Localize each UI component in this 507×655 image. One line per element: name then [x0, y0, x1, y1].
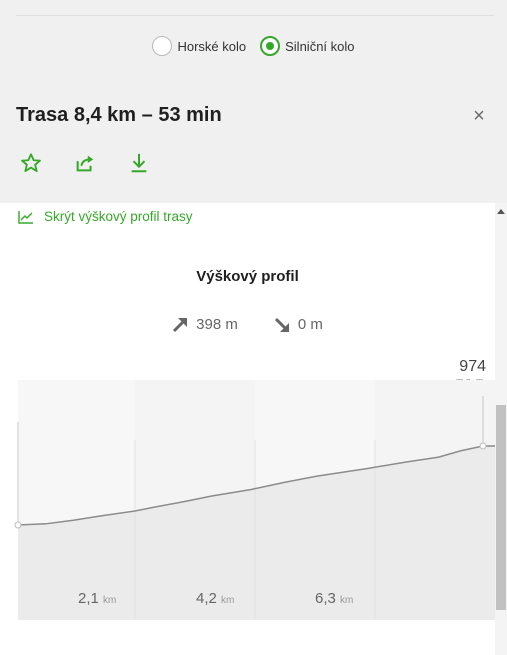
profile-title: Výškový profil — [196, 268, 299, 285]
km-tick-1-value: 2,1 — [78, 590, 99, 607]
close-button[interactable]: × — [469, 106, 489, 126]
km-tick-3: 6,3 km — [315, 590, 353, 607]
bike-type-options: Horské kolo Silniční kolo — [0, 36, 507, 56]
share-icon — [76, 155, 94, 172]
hide-profile-link[interactable]: Skrýt výškový profil trasy — [18, 209, 193, 224]
ascent-stat: 398 m — [172, 316, 238, 333]
scrollbar-thumb[interactable] — [496, 405, 506, 610]
elevation-stats: 398 m 0 m — [0, 316, 495, 333]
end-elevation-value: 974 — [459, 358, 486, 375]
km-tick-2-value: 4,2 — [196, 590, 217, 607]
star-icon — [21, 153, 41, 172]
elevation-point-end — [479, 442, 487, 450]
elevation-chart — [14, 380, 495, 620]
km-tick-1: 2,1 km — [78, 590, 116, 607]
km-tick-3-value: 6,3 — [315, 590, 336, 607]
radio-label-mountain: Horské kolo — [177, 38, 247, 54]
radio-checked-icon[interactable] — [260, 36, 281, 56]
radio-label-road: Silniční kolo — [285, 38, 355, 54]
descent-stat: 0 m — [274, 316, 323, 333]
chart-line-icon — [18, 210, 33, 224]
km-tick-2-unit: km — [221, 595, 235, 606]
arrow-up-right-icon — [173, 317, 188, 332]
km-tick-2: 4,2 km — [196, 590, 234, 607]
hide-profile-label: Skrýt výškový profil trasy — [44, 209, 193, 224]
radio-mountain-bike[interactable]: Horské kolo — [152, 36, 246, 56]
route-panel: Horské kolo Silniční kolo Trasa 8,4 km –… — [0, 0, 507, 203]
route-title: Trasa 8,4 km – 53 min — [16, 104, 222, 126]
radio-road-bike[interactable]: Silniční kolo — [260, 36, 355, 56]
favorite-button[interactable] — [18, 150, 44, 176]
km-tick-1-unit: km — [103, 595, 117, 606]
route-actions — [18, 150, 152, 176]
scroll-up-icon[interactable] — [495, 206, 507, 218]
share-button[interactable] — [72, 150, 98, 176]
download-icon — [131, 153, 147, 173]
km-tick-3-unit: km — [340, 595, 354, 606]
download-button[interactable] — [126, 150, 152, 176]
radio-unchecked-icon[interactable] — [152, 36, 173, 56]
elevation-point-start — [14, 521, 22, 529]
descent-value: 0 m — [297, 316, 323, 333]
arrow-down-right-icon — [274, 317, 289, 332]
ascent-value: 398 m — [196, 316, 238, 333]
divider — [16, 15, 494, 16]
